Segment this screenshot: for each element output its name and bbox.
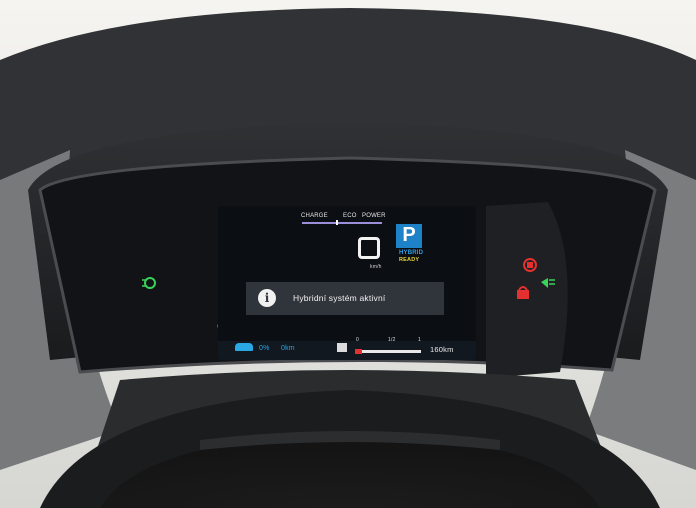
fuel-scale-full: 1 — [418, 337, 421, 343]
fuel-pump-icon — [337, 343, 347, 352]
ready-label: READY — [399, 257, 420, 263]
range-value: 160km — [430, 345, 454, 354]
fuel-scale-empty: 0 — [356, 337, 359, 343]
photo-scene: CHARGE ECO POWER km/h P HYBRID READY i H… — [0, 0, 696, 508]
speed-readout — [358, 237, 380, 259]
mode-bar-power-label: POWER — [362, 213, 386, 219]
electric-distance-value: 0km — [281, 345, 295, 352]
mode-bar-marker — [336, 220, 338, 225]
mode-bar-eco-label: ECO — [343, 213, 357, 219]
fuel-gauge-fill — [355, 349, 362, 354]
electric-share-value: 0% — [259, 345, 270, 352]
mode-bar-track — [302, 222, 382, 224]
hybrid-label: HYBRID — [399, 250, 424, 256]
fuel-gauge-track — [355, 350, 421, 353]
mode-bar-charge-label: CHARGE — [301, 213, 328, 219]
speed-unit-label: km/h — [370, 264, 382, 270]
gear-indicator: P — [402, 224, 416, 246]
fuel-scale-half: 1/2 — [388, 337, 396, 343]
message-text: Hybridní systém aktivní — [293, 293, 386, 303]
electric-drive-icon — [235, 343, 253, 351]
cluster-display: CHARGE ECO POWER km/h P HYBRID READY i H… — [218, 206, 476, 360]
info-icon: i — [258, 289, 276, 307]
